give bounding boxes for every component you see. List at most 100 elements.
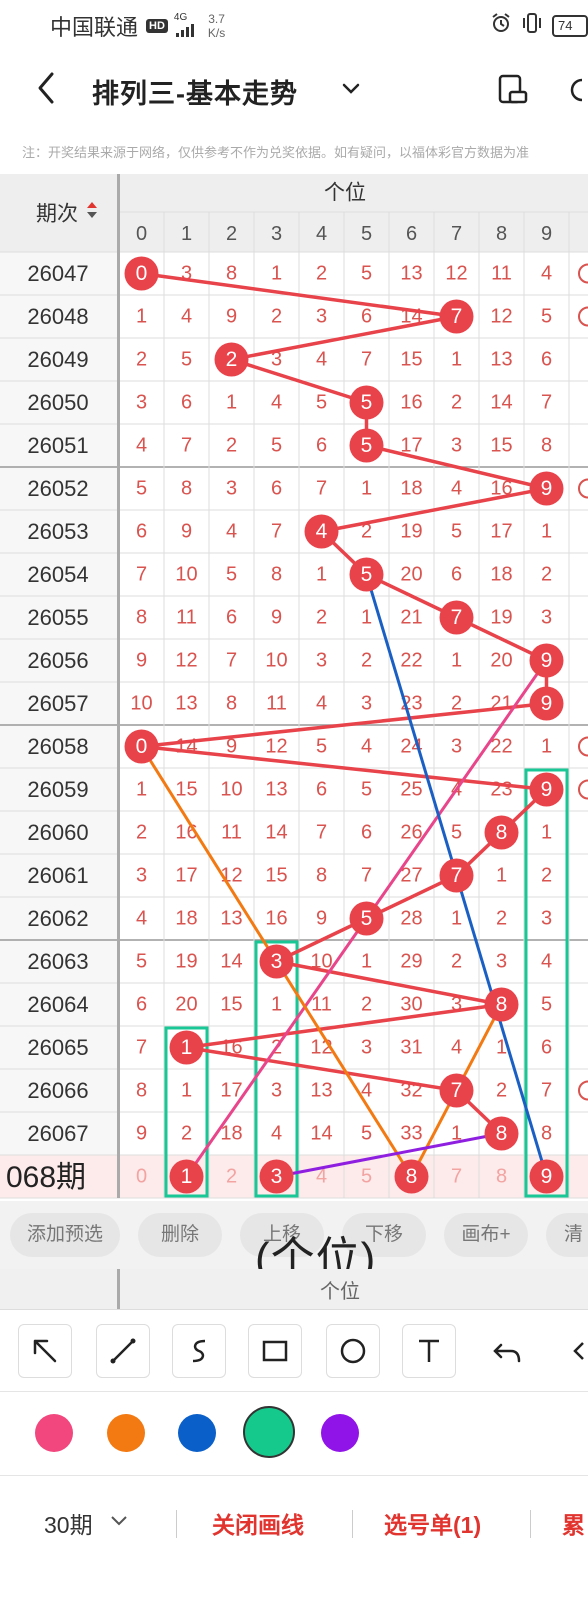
digit-header-6: 6 [406,223,417,245]
rectangle-tool-icon[interactable] [248,1324,302,1378]
miss-count-cell: 11 [266,693,287,715]
miss-count-cell: 20 [490,650,512,672]
color-swatch-purple[interactable] [321,1414,359,1452]
period-header: 期次 [36,203,78,226]
preselect-ball-number: 1 [181,1165,193,1188]
undo-icon[interactable] [480,1324,534,1378]
more-action-button[interactable]: 累 [562,1506,585,1540]
arrow-tool-icon[interactable] [18,1324,72,1378]
text-tool-icon[interactable] [402,1324,456,1378]
miss-count-cell: 12 [265,736,287,758]
period-select[interactable]: 30期 [44,1506,93,1540]
miss-count-cell: 15 [400,349,422,371]
chevron-down-icon[interactable] [340,78,362,100]
miss-count-cell: 2 [451,392,462,414]
speed-value: 3.7 [208,12,225,26]
miss-count-cell: 7 [226,650,237,672]
miss-count-cell: 3 [541,607,552,629]
miss-count-cell: 5 [451,521,462,543]
miss-count-cell: 3 [316,306,327,328]
period-label: 26049 [27,347,88,372]
digit-header-3: 3 [271,223,282,245]
winning-ball-number: 7 [451,606,463,629]
miss-count-cell: 23 [490,779,512,801]
eraser-icon[interactable] [556,1324,588,1378]
period-label: 26051 [27,433,88,458]
circle-tool-icon[interactable] [326,1324,380,1378]
speed-unit: K/s [207,26,226,40]
more-icon[interactable] [566,72,588,106]
divider [352,1510,353,1538]
digit-header-9: 9 [541,223,552,245]
miss-count-cell: 8 [541,1123,552,1145]
divider [530,1510,531,1538]
miss-count-cell: 17 [175,865,197,887]
miss-count-cell: 3 [361,693,372,715]
draw-tool-row [0,1309,588,1391]
phone-rotate-icon[interactable] [496,72,530,106]
next-column-marker [578,779,588,800]
miss-count-cell: 9 [316,908,327,930]
digit-header-0: 0 [136,223,147,245]
miss-count-cell: 3 [496,951,507,973]
miss-count-cell: 7 [316,478,327,500]
miss-count-cell: 10 [265,650,287,672]
miss-count-cell: 1 [226,392,237,414]
miss-count-cell: 12 [175,650,197,672]
canvas-add-button[interactable]: 画布+ [444,1213,528,1257]
miss-count-cell: 3 [226,478,237,500]
period-label: 26066 [27,1078,88,1103]
ticket-button[interactable]: 选号单(1) [384,1506,481,1540]
miss-count-cell: 25 [400,779,422,801]
clear-button[interactable]: 清 [546,1213,588,1257]
miss-count-cell: 3 [451,435,462,457]
trend-chart[interactable]: 期次 个位 0 1 2 3 4 5 6 7 8 9 26047 3 8 1 2 5 13 12 11 4 26048 1 4 9 2… [0,174,588,1201]
miss-count-cell: 5 [361,263,372,285]
digit-header-5: 5 [361,223,372,245]
miss-count-cell: 6 [136,994,147,1016]
chevron-down-icon[interactable] [108,1510,130,1532]
miss-count-cell: 3 [361,1037,372,1059]
add-preselect-button[interactable]: 添加预选 [10,1213,120,1257]
miss-count-cell: 12 [445,263,467,285]
miss-count-cell: 7 [181,435,192,457]
winning-ball-number: 3 [271,950,283,973]
network-speed: 3.7 K/s [208,12,225,40]
miss-count-cell: 13 [400,263,422,285]
color-swatch-orange[interactable] [107,1414,145,1452]
close-draw-button[interactable]: 关闭画线 [212,1506,304,1540]
curve-tool-icon[interactable] [172,1324,226,1378]
miss-count-cell: 19 [490,607,512,629]
period-label: 26067 [27,1121,88,1146]
miss-count-cell: 8 [136,607,147,629]
miss-count-cell: 18 [175,908,197,930]
period-label: 26054 [27,562,88,587]
miss-count-cell: 6 [361,306,372,328]
next-column-marker [578,478,588,499]
miss-count-cell: 2 [541,564,552,586]
color-swatch-pink[interactable] [35,1414,73,1452]
period-label: 26050 [27,390,88,415]
winning-ball-number: 7 [451,1079,463,1102]
delete-button[interactable]: 删除 [138,1213,222,1257]
page-title[interactable]: 排列三-基本走势 [92,72,298,111]
miss-count-cell: 4 [451,478,462,500]
color-swatch-blue[interactable] [178,1414,216,1452]
line-tool-icon[interactable] [96,1324,150,1378]
back-icon[interactable] [30,70,66,106]
miss-count-cell: 17 [490,521,512,543]
miss-count-cell: 28 [400,908,422,930]
winning-ball-number: 9 [541,477,553,500]
color-swatch-teal-selected[interactable] [243,1406,295,1458]
preview-cell: 8 [496,1166,507,1188]
trend-grid[interactable]: 期次个位0 1 2 3 4 5 6 7 8 926047 3 8 1 2 5 13 12 11 426048 1 4 9 2… [0,174,588,1201]
miss-count-cell: 4 [316,693,327,715]
winning-ball-number: 9 [541,778,553,801]
miss-count-cell: 26 [400,822,422,844]
miss-count-cell: 2 [271,306,282,328]
digit-header-4: 4 [316,223,327,245]
preview-cell: 5 [361,1166,372,1188]
miss-count-cell: 1 [271,994,282,1016]
miss-count-cell: 2 [361,650,372,672]
miss-count-cell: 13 [490,349,512,371]
